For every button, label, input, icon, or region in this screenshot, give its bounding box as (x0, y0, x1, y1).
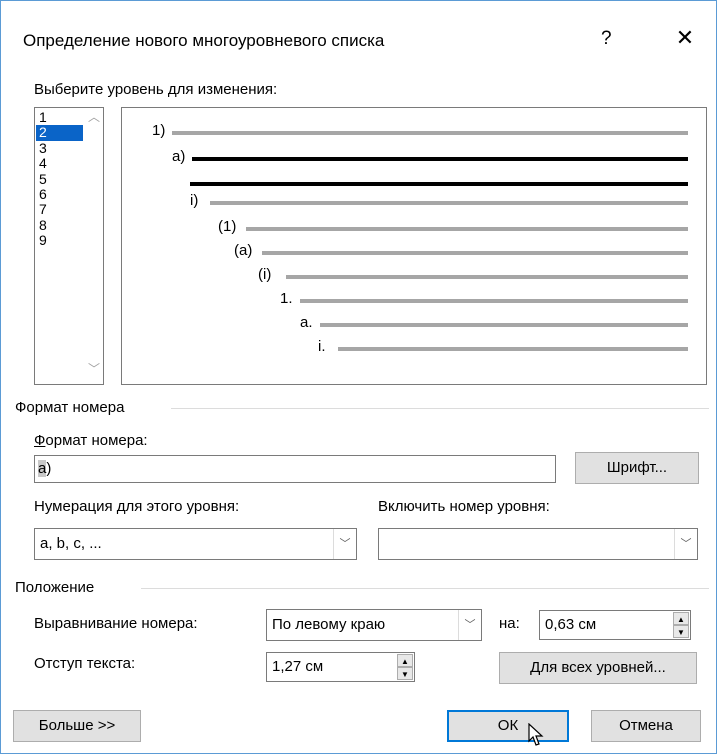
position-group-line (141, 588, 709, 589)
format-value-rest: ) (46, 460, 52, 477)
close-button[interactable]: ✕ (671, 25, 699, 51)
level-listbox-scrollbar[interactable]: ︿ ﹀ (85, 108, 103, 384)
text-indent-spin-buttons: ▲ ▼ (397, 654, 413, 680)
spin-down-icon[interactable]: ▼ (397, 667, 413, 680)
include-level-select[interactable]: ﹀ (378, 528, 698, 560)
text-indent-spinner[interactable]: 1,27 см ▲ ▼ (266, 652, 415, 682)
level-item[interactable]: 6 (36, 186, 83, 202)
dialog-title: Определение нового многоуровневого списк… (23, 31, 385, 50)
format-label-text: ормат номера: (45, 432, 148, 449)
scroll-down-icon[interactable]: ﹀ (85, 360, 103, 378)
set-for-all-levels-button[interactable]: Для всех уровней... (499, 652, 697, 684)
preview-number-label: (1) (218, 218, 237, 235)
spin-down-icon[interactable]: ▼ (673, 625, 689, 638)
numbering-style-value: a, b, c, ... (40, 535, 102, 552)
number-format-group-title: Формат номера (15, 399, 131, 416)
number-format-group-line (171, 408, 709, 409)
help-button[interactable]: ? (601, 28, 612, 50)
preview-text-line (210, 201, 688, 205)
text-indent-label: Отступ текста: (34, 655, 136, 672)
preview-text-line (192, 157, 688, 161)
multilevel-list-dialog: Определение нового многоуровневого списк… (0, 0, 717, 754)
chevron-down-icon[interactable]: ﹀ (333, 529, 356, 559)
more-button[interactable]: Больше >> (13, 710, 141, 742)
aligned-at-spinner[interactable]: 0,63 см ▲ ▼ (539, 610, 691, 640)
aligned-at-spin-buttons: ▲ ▼ (673, 612, 689, 638)
preview-text-line (320, 323, 688, 327)
preview-number-label: i. (318, 338, 326, 355)
level-item[interactable]: 1 (36, 109, 83, 125)
scroll-up-icon[interactable]: ︿ (85, 108, 103, 126)
preview-text-line (246, 227, 688, 231)
preview-text-line (262, 251, 688, 255)
chevron-down-icon[interactable]: ﹀ (458, 610, 481, 640)
preview-number-label: 1. (280, 290, 293, 307)
preview-number-label: (i) (258, 266, 272, 283)
number-alignment-label: Выравнивание номера: (34, 615, 198, 632)
aligned-at-label: на: (499, 615, 520, 632)
preview-number-label: a) (172, 148, 186, 165)
numbering-style-select[interactable]: a, b, c, ... ﹀ (34, 528, 357, 560)
numbering-style-label: Нумерация для этого уровня: (34, 498, 240, 515)
preview-number-label: a. (300, 314, 313, 331)
level-list: 123456789 (36, 109, 83, 249)
number-format-input[interactable]: a) (34, 455, 556, 483)
level-item[interactable]: 4 (36, 155, 83, 171)
font-button[interactable]: Шрифт... (575, 452, 699, 484)
include-level-label: Включить номер уровня: (378, 498, 550, 515)
preview-text-line (172, 131, 688, 135)
level-select-label-text: Выберите уровень для изменения: (34, 81, 278, 98)
mouse-pointer-icon (528, 722, 544, 751)
number-alignment-select[interactable]: По левому краю ﹀ (266, 609, 482, 641)
position-group-title: Положение (15, 579, 101, 596)
text-indent-value: 1,27 см (272, 658, 324, 675)
format-label: Формат номера: (34, 432, 148, 449)
preview-text-line (338, 347, 688, 351)
level-item[interactable]: 7 (36, 201, 83, 217)
chevron-down-icon[interactable]: ﹀ (674, 529, 697, 559)
title-bar: Определение нового многоуровневого списк… (1, 1, 716, 65)
level-select-label: Выберите уровень для изменения: (34, 81, 277, 98)
cancel-button[interactable]: Отмена (591, 710, 701, 742)
preview-text-line (190, 182, 688, 186)
level-item[interactable]: 5 (36, 171, 83, 187)
spin-up-icon[interactable]: ▲ (673, 612, 689, 625)
spin-up-icon[interactable]: ▲ (397, 654, 413, 667)
aligned-at-value: 0,63 см (545, 616, 597, 633)
level-item[interactable]: 2 (36, 124, 83, 141)
level-item[interactable]: 8 (36, 217, 83, 233)
level-item[interactable]: 3 (36, 140, 83, 156)
level-listbox[interactable]: 123456789 ︿ ﹀ (34, 107, 104, 385)
ok-button[interactable]: ОК (447, 710, 569, 742)
preview-number-label: 1) (152, 122, 166, 139)
list-preview: 1) a) i) (1) (a) (i) 1. a. i. (121, 107, 707, 385)
scroll-track[interactable] (85, 126, 103, 360)
number-alignment-value: По левому краю (272, 616, 386, 633)
preview-number-label: (a) (234, 242, 253, 259)
preview-text-line (300, 299, 688, 303)
preview-number-label: i) (190, 192, 199, 209)
level-item[interactable]: 9 (36, 232, 83, 248)
preview-text-line (286, 275, 688, 279)
